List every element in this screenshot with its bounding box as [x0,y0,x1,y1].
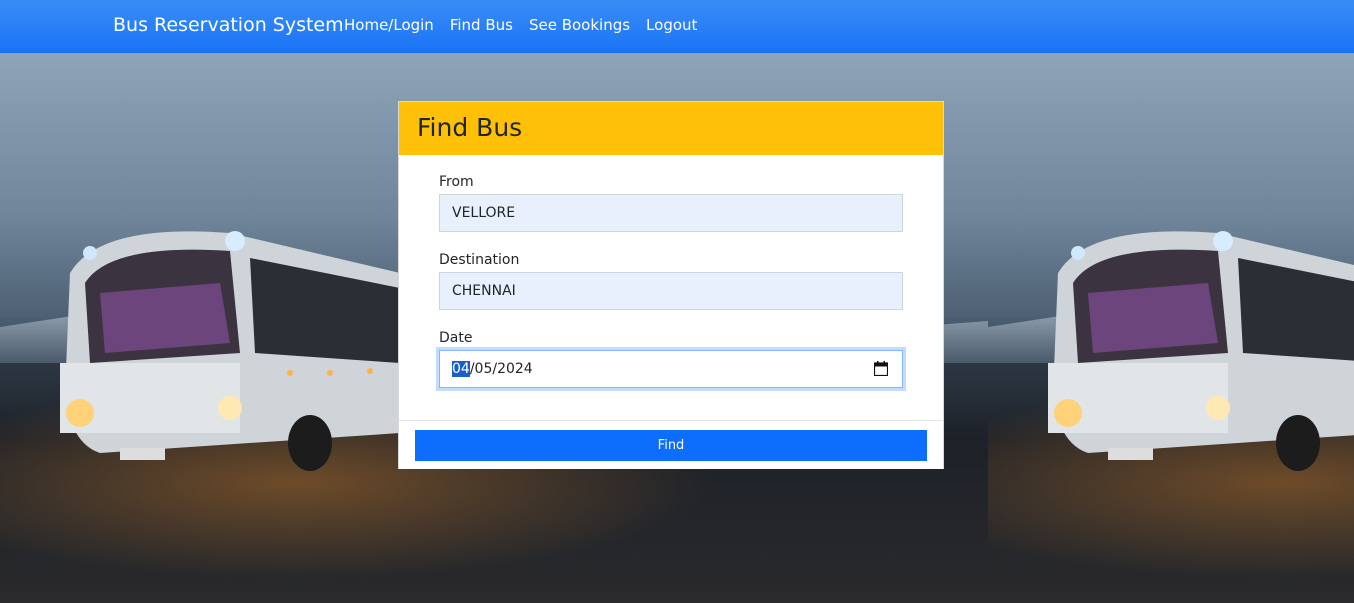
nav-home-login[interactable]: Home/Login [344,16,434,34]
nav-links: Home/Login Find Bus See Bookings Logout [344,16,697,34]
background-image-repeat [988,53,1354,603]
card-title: Find Bus [417,113,523,142]
navbar: Bus Reservation System Home/Login Find B… [0,0,1354,53]
from-label: From [439,174,474,190]
from-input[interactable]: VELLORE [439,194,903,232]
date-label: Date [439,330,473,346]
calendar-icon[interactable] [874,361,888,376]
nav-find-bus[interactable]: Find Bus [450,16,513,34]
date-rest-segment[interactable]: /05/2024 [470,361,533,377]
card-footer: Find [399,420,943,469]
card-header: Find Bus [399,102,943,155]
date-day-segment[interactable]: 04 [452,361,470,377]
bus-image [1048,231,1354,471]
bus-image [60,231,400,471]
destination-label: Destination [439,252,520,268]
date-input[interactable]: 04/05/2024 [439,350,903,388]
nav-logout[interactable]: Logout [646,16,697,34]
find-button[interactable]: Find [415,430,927,461]
destination-input[interactable]: CHENNAI [439,272,903,310]
nav-see-bookings[interactable]: See Bookings [529,16,630,34]
find-bus-card: Find Bus From VELLORE Destination CHENNA… [398,101,944,469]
brand-logo[interactable]: Bus Reservation System [113,14,344,36]
